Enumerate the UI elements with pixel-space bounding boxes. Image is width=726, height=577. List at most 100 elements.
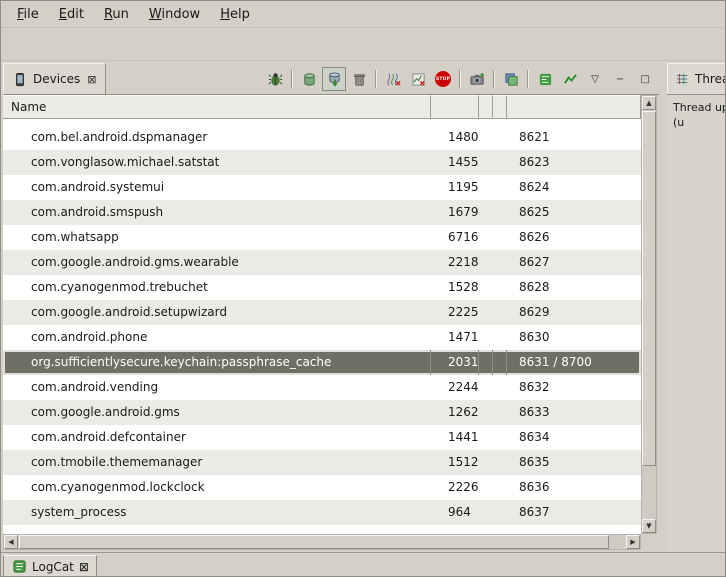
dump-hprof-icon <box>326 71 342 87</box>
screen-record-button[interactable] <box>499 67 523 91</box>
table-row[interactable]: com.tmobile.thememanager15128635 <box>3 450 641 475</box>
menu-bar: File Edit Run Window Help <box>1 1 726 28</box>
process-name: com.tmobile.thememanager <box>3 450 431 475</box>
update-threads-button[interactable] <box>381 67 405 91</box>
process-pid: 1679 <box>431 200 479 225</box>
empty-cell <box>493 400 507 425</box>
threads-panel: Threa Thread up (u <box>667 63 726 552</box>
logcat-icon <box>11 559 27 575</box>
empty-cell <box>479 425 493 450</box>
empty-cell <box>493 250 507 275</box>
capture-systrace-button[interactable] <box>533 67 557 91</box>
table-row[interactable]: com.vonglasow.michael.satstat145538623 <box>3 150 641 175</box>
scroll-left-button[interactable]: ◀ <box>4 535 18 549</box>
column-header-name[interactable]: Name <box>3 95 431 119</box>
empty-cell <box>493 150 507 175</box>
table-row[interactable]: com.android.vending224408632 <box>3 375 641 400</box>
toolbar-separator <box>291 70 293 88</box>
toolbar-separator <box>375 70 377 88</box>
vertical-scrollbar: ▲ ▼ <box>641 95 657 534</box>
cause-gc-icon <box>351 71 367 87</box>
tab-threads[interactable]: Threa <box>667 63 726 94</box>
cause-gc-button[interactable] <box>347 67 371 91</box>
close-tab-icon[interactable]: ⊠ <box>87 73 96 86</box>
empty-cell <box>493 125 507 150</box>
debug-button[interactable] <box>263 67 287 91</box>
menu-edit[interactable]: Edit <box>49 4 94 25</box>
process-port: 8627 <box>507 250 641 275</box>
table-row[interactable]: com.whatsapp67168626 <box>3 225 641 250</box>
table-row[interactable]: com.android.defcontainer144118634 <box>3 425 641 450</box>
empty-cell <box>493 475 507 500</box>
table-row[interactable]: com.google.android.gms126238633 <box>3 400 641 425</box>
empty-cell <box>493 450 507 475</box>
empty-cell <box>479 375 493 400</box>
stop-process-button[interactable]: STOP <box>431 67 455 91</box>
process-name: com.bel.android.dspmanager <box>3 125 431 150</box>
process-name: com.cyanogenmod.trebuchet <box>3 275 431 300</box>
empty-cell <box>479 175 493 200</box>
toolbar-separator <box>493 70 495 88</box>
tab-logcat[interactable]: LogCat ⊠ <box>3 555 97 577</box>
table-row[interactable]: com.android.systemui11958624 <box>3 175 641 200</box>
column-header-a[interactable] <box>479 95 493 119</box>
menu-run[interactable]: Run <box>94 4 139 25</box>
view-menu-button[interactable]: ▽ <box>583 67 607 91</box>
scroll-down-button[interactable]: ▼ <box>642 519 656 533</box>
scroll-up-button[interactable]: ▲ <box>642 96 656 110</box>
table-row[interactable]: com.google.android.setupwizard222508629 <box>3 300 641 325</box>
process-pid: 22440 <box>431 375 479 400</box>
table-row[interactable]: com.android.smspush16798625 <box>3 200 641 225</box>
debug-icon <box>267 71 283 87</box>
dump-hprof-button[interactable] <box>322 67 346 91</box>
table-row[interactable]: com.cyanogenmod.trebuchet15288628 <box>3 275 641 300</box>
table-row[interactable]: com.cyanogenmod.lockclock222658636 <box>3 475 641 500</box>
process-name: com.whatsapp <box>3 225 431 250</box>
start-opengl-trace-button[interactable] <box>558 67 582 91</box>
empty-cell <box>493 275 507 300</box>
process-table-body: com.bel.android.dspmanager14808621com.vo… <box>3 119 641 534</box>
table-row[interactable]: system_process9648637 <box>3 500 641 525</box>
maximize-button[interactable]: □ <box>633 67 657 91</box>
process-port: 8621 <box>507 125 641 150</box>
process-port: 8628 <box>507 275 641 300</box>
horizontal-scroll-thumb[interactable] <box>19 535 609 549</box>
process-port: 8629 <box>507 300 641 325</box>
tab-devices[interactable]: Devices ⊠ <box>3 63 106 94</box>
update-heap-button[interactable] <box>297 67 321 91</box>
table-row[interactable]: com.android.phone14718630 <box>3 325 641 350</box>
minimize-button[interactable]: − <box>608 67 632 91</box>
scroll-right-button[interactable]: ▶ <box>626 535 640 549</box>
process-port: 8633 <box>507 400 641 425</box>
menu-window[interactable]: Window <box>139 4 210 25</box>
process-name: com.android.phone <box>3 325 431 350</box>
table-row[interactable]: com.google.android.gms.wearable221858627 <box>3 250 641 275</box>
empty-cell <box>493 500 507 525</box>
empty-cell <box>479 125 493 150</box>
empty-cell <box>493 300 507 325</box>
process-port: 8635 <box>507 450 641 475</box>
column-header-pid[interactable] <box>431 95 479 119</box>
empty-cell <box>479 450 493 475</box>
tab-threads-label: Threa <box>695 72 726 86</box>
process-name: com.google.android.setupwizard <box>3 300 431 325</box>
process-pid: 22185 <box>431 250 479 275</box>
process-name: system_process <box>3 500 431 525</box>
menu-help[interactable]: Help <box>210 4 260 25</box>
minimize-icon: − <box>616 74 624 85</box>
start-method-profiling-button[interactable] <box>406 67 430 91</box>
empty-cell <box>479 325 493 350</box>
empty-cell <box>479 350 493 375</box>
table-row-selected[interactable]: org.sufficientlysecure.keychain:passphra… <box>3 350 641 375</box>
close-logcat-tab-icon[interactable]: ⊠ <box>79 560 89 574</box>
process-pid: 14553 <box>431 150 479 175</box>
table-row[interactable]: com.bel.android.dspmanager14808621 <box>3 125 641 150</box>
start-method-profiling-icon <box>410 71 426 87</box>
screen-capture-button[interactable] <box>465 67 489 91</box>
column-header-b[interactable] <box>493 95 507 119</box>
menu-file[interactable]: File <box>7 4 49 25</box>
vertical-scroll-thumb[interactable] <box>642 111 656 466</box>
empty-cell <box>479 300 493 325</box>
empty-cell <box>479 225 493 250</box>
column-header-port[interactable] <box>507 95 641 119</box>
